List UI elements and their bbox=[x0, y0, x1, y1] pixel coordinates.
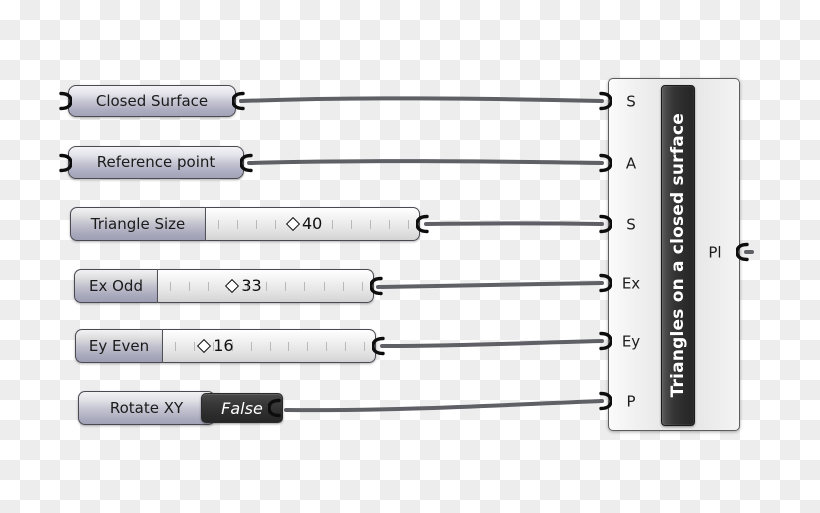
slider-tick bbox=[342, 282, 344, 291]
input-grip-closed-surface[interactable] bbox=[57, 91, 72, 111]
wire-triangle-size-to-S2[interactable] bbox=[424, 221, 604, 226]
output-grip-closed-surface[interactable] bbox=[232, 91, 247, 111]
slider-handle-ey-even[interactable]: 16 bbox=[195, 338, 237, 354]
param-node-reference-point[interactable]: Reference point bbox=[68, 146, 244, 179]
slider-node-ey-even[interactable]: Ey Even 16 bbox=[75, 329, 376, 363]
input-port-label-ey: Ey bbox=[621, 332, 641, 351]
slider-tick bbox=[170, 282, 171, 291]
slider-value-ey-even: 16 bbox=[213, 336, 234, 355]
slider-tick bbox=[389, 220, 390, 229]
slider-tick bbox=[275, 220, 276, 229]
slider-tick bbox=[364, 342, 365, 351]
input-port-grip-a[interactable] bbox=[597, 153, 612, 173]
output-grip-triangle-size[interactable] bbox=[416, 214, 431, 234]
slider-tick bbox=[250, 342, 252, 351]
input-port-grip-ey[interactable] bbox=[597, 331, 612, 351]
slider-track-ey-even[interactable]: 16 bbox=[163, 329, 376, 363]
slider-tick bbox=[269, 342, 271, 351]
input-port-grip-s[interactable] bbox=[597, 91, 612, 111]
input-port-label-s2: S bbox=[626, 215, 636, 234]
slider-value-triangle-size: 40 bbox=[302, 214, 323, 233]
output-grip-ex-odd[interactable] bbox=[370, 276, 385, 296]
param-label-reference-point: Reference point bbox=[96, 153, 216, 171]
grasshopper-canvas: Closed Surface Reference point Triangle Si… bbox=[0, 0, 820, 513]
param-label-closed-surface: Closed Surface bbox=[95, 91, 209, 110]
slider-handle-ex-odd[interactable]: 33 bbox=[223, 278, 265, 294]
slider-tick bbox=[370, 220, 371, 229]
param-node-closed-surface[interactable]: Closed Surface bbox=[68, 85, 236, 117]
component-triangles-on-a-closed-surface[interactable]: S A S Ex Ey P Triangles on a closed surface P… bbox=[608, 78, 740, 431]
slider-tick bbox=[332, 220, 333, 229]
slider-tick bbox=[218, 220, 219, 229]
slider-tick bbox=[189, 282, 191, 291]
wire-ex-odd-to-Ex[interactable] bbox=[376, 281, 604, 289]
wire-ey-even-to-Ey[interactable] bbox=[380, 339, 604, 348]
diamond-handle-icon[interactable] bbox=[285, 216, 301, 232]
diamond-handle-icon[interactable] bbox=[197, 338, 212, 354]
slider-tick bbox=[285, 282, 287, 291]
output-port-grip-pl[interactable] bbox=[736, 242, 751, 262]
slider-handle-triangle-size[interactable]: 40 bbox=[284, 216, 326, 232]
diamond-handle-icon[interactable] bbox=[225, 278, 240, 294]
slider-tick bbox=[408, 220, 409, 229]
slider-caption-ey-even[interactable]: Ey Even bbox=[75, 329, 163, 363]
slider-track-triangle-size[interactable]: 40 bbox=[206, 207, 420, 241]
output-port-label-pl: Pl bbox=[708, 243, 722, 262]
input-port-label-s: S bbox=[626, 92, 636, 111]
slider-tick bbox=[345, 342, 347, 351]
toggle-node-rotate-xy[interactable]: Rotate XY False bbox=[78, 391, 286, 425]
slider-track-ex-odd[interactable]: 33 bbox=[158, 269, 374, 303]
input-grip-reference-point[interactable] bbox=[57, 153, 72, 172]
slider-tick bbox=[288, 342, 290, 351]
slider-tick bbox=[208, 282, 210, 291]
component-output-ports: Pl bbox=[691, 79, 739, 430]
wire-rotate-xy-to-P[interactable] bbox=[284, 399, 604, 413]
slider-tick bbox=[175, 342, 176, 351]
input-port-label-p: P bbox=[626, 392, 636, 411]
output-grip-reference-point[interactable] bbox=[240, 153, 255, 172]
output-grip-rotate-xy[interactable] bbox=[268, 398, 283, 418]
slider-tick bbox=[362, 282, 363, 291]
slider-tick bbox=[266, 282, 267, 291]
component-input-ports: S A S Ex Ey P bbox=[609, 79, 653, 430]
output-grip-ey-even[interactable] bbox=[372, 336, 387, 356]
wire-closed-surface-to-S[interactable] bbox=[239, 96, 604, 103]
input-port-label-ex: Ex bbox=[621, 274, 641, 293]
slider-tick bbox=[256, 220, 257, 229]
component-title-label: Triangles on a closed surface bbox=[667, 113, 688, 398]
input-port-grip-s2[interactable] bbox=[597, 214, 612, 234]
slider-tick bbox=[351, 220, 352, 229]
slider-node-ex-odd[interactable]: Ex Odd 33 bbox=[74, 269, 374, 303]
slider-tick bbox=[307, 342, 309, 351]
slider-tick bbox=[326, 342, 328, 351]
slider-tick bbox=[323, 282, 325, 291]
slider-tick bbox=[237, 220, 238, 229]
slider-caption-ex-odd[interactable]: Ex Odd bbox=[74, 269, 158, 303]
slider-caption-triangle-size[interactable]: Triangle Size bbox=[70, 207, 206, 241]
input-port-grip-p[interactable] bbox=[597, 391, 612, 411]
toggle-caption-rotate-xy: Rotate XY bbox=[78, 391, 215, 425]
component-title-plate[interactable]: Triangles on a closed surface bbox=[661, 85, 695, 426]
slider-tick bbox=[304, 282, 306, 291]
input-port-label-a: A bbox=[625, 154, 637, 173]
input-port-grip-ex[interactable] bbox=[597, 273, 612, 293]
slider-node-triangle-size[interactable]: Triangle Size 40 bbox=[70, 207, 420, 241]
wire-reference-point-to-A[interactable] bbox=[247, 159, 604, 165]
slider-value-ex-odd: 33 bbox=[241, 276, 262, 295]
